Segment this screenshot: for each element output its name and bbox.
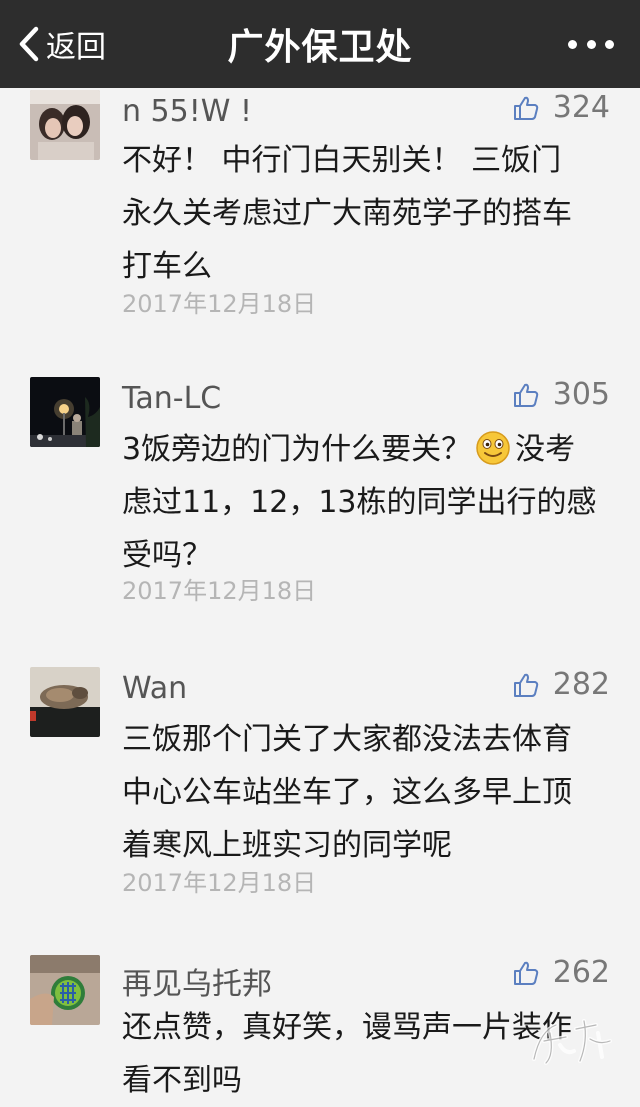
comment-line: 中心公车站坐车了，这么多早上顶 bbox=[122, 775, 572, 810]
like-button[interactable]: 324 bbox=[513, 90, 610, 125]
comment-date: 2017年12月18日 bbox=[122, 290, 317, 318]
comment-line: 虑过11，12，13栋的同学出行的感 bbox=[122, 485, 597, 520]
like-button[interactable]: 262 bbox=[513, 955, 610, 990]
watermark-logo bbox=[532, 1019, 612, 1065]
commenter-name: Wan bbox=[122, 671, 188, 706]
page-title: 广外保卫处 bbox=[227, 27, 413, 68]
like-count: 282 bbox=[552, 667, 610, 702]
like-count: 305 bbox=[552, 377, 610, 412]
comment-line: 永久关考虑过广大南苑学子的搭车 bbox=[122, 196, 572, 231]
comment-line: 没考 bbox=[515, 432, 576, 467]
comment-line-with-emoji: 3饭旁边的门为什么要关？ 没考 bbox=[122, 423, 612, 476]
comment-date: 2017年12月18日 bbox=[122, 869, 317, 897]
commenter-name: n 55!W ! bbox=[122, 94, 252, 129]
like-count: 262 bbox=[552, 955, 610, 990]
smiley-emoji-icon bbox=[476, 431, 510, 465]
comment-text: 不好！ 中行门白天别关！ 三饭门 永久关考虑过广大南苑学子的搭车 打车么 bbox=[122, 134, 612, 293]
comment-text: 三饭那个门关了大家都没法去体育 中心公车站坐车了，这么多早上顶 着寒风上班实习的… bbox=[122, 713, 612, 872]
like-button[interactable]: 305 bbox=[513, 377, 610, 412]
like-count: 324 bbox=[552, 90, 610, 125]
nav-bar: 返回 广外保卫处 bbox=[0, 0, 640, 88]
avatar[interactable] bbox=[30, 90, 100, 160]
commenter-name: Tan-LC bbox=[122, 381, 222, 416]
more-dots-icon[interactable] bbox=[568, 30, 614, 58]
thumbs-up-icon bbox=[513, 961, 538, 985]
thumbs-up-icon bbox=[513, 96, 538, 120]
avatar[interactable] bbox=[30, 667, 100, 737]
like-button[interactable]: 282 bbox=[513, 667, 610, 702]
commenter-name: 再见乌托邦 bbox=[122, 967, 272, 1002]
comment-line: 三饭那个门关了大家都没法去体育 bbox=[122, 722, 572, 757]
thumbs-up-icon bbox=[513, 673, 538, 697]
comment-date: 2017年12月18日 bbox=[122, 577, 317, 605]
thumbs-up-icon bbox=[513, 383, 538, 407]
comment-line: 3饭旁边的门为什么要关？ bbox=[122, 432, 472, 467]
comment-line: 不好！ 中行门白天别关！ 三饭门 bbox=[122, 143, 562, 178]
comment-text: 3饭旁边的门为什么要关？ 没考 虑过11，12，13栋的同学出行的感 受吗？ bbox=[122, 423, 612, 582]
avatar[interactable] bbox=[30, 377, 100, 447]
avatar[interactable] bbox=[30, 955, 100, 1025]
